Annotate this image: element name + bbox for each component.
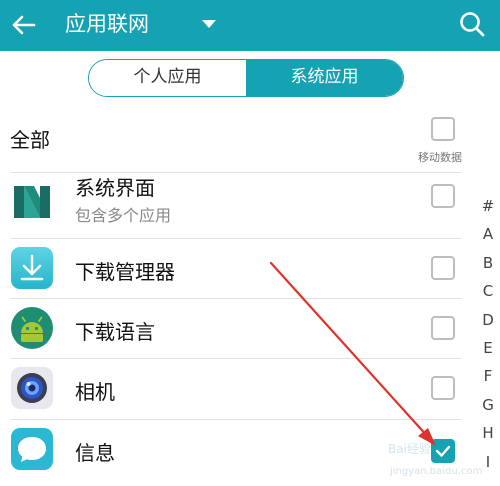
search-icon <box>460 12 485 37</box>
app-row-system-ui[interactable]: 系统界面 包含多个应用 <box>0 172 470 232</box>
app-name: 信息 <box>75 441 115 465</box>
index-letter[interactable]: B <box>476 249 500 277</box>
app-row-download-language[interactable]: 下载语言 <box>0 298 470 358</box>
app-checkbox[interactable] <box>431 256 455 280</box>
back-button[interactable] <box>8 9 40 41</box>
app-checkbox[interactable] <box>431 376 455 400</box>
messages-icon <box>11 428 53 470</box>
watermark: Bai经验 <box>388 442 431 456</box>
app-name: 相机 <box>75 380 115 404</box>
android-icon <box>11 307 53 349</box>
app-name: 下载语言 <box>75 320 155 344</box>
select-all-checkbox[interactable] <box>431 117 455 141</box>
alphabet-index-bar[interactable]: # A B C D E F G H I <box>476 192 500 476</box>
app-row-download-manager[interactable]: 下载管理器 <box>0 238 470 298</box>
top-app-bar: 应用联网 <box>0 0 500 51</box>
search-button[interactable] <box>456 8 488 40</box>
index-letter[interactable]: G <box>476 391 500 419</box>
index-letter[interactable]: E <box>476 334 500 362</box>
app-name: 系统界面 <box>75 176 155 200</box>
camera-icon <box>11 367 53 409</box>
tab-personal-apps[interactable]: 个人应用 <box>89 60 246 96</box>
index-letter[interactable]: D <box>476 306 500 334</box>
index-letter[interactable]: C <box>476 277 500 305</box>
select-all-label: 全部 <box>10 128 50 152</box>
index-letter[interactable]: H <box>476 419 500 447</box>
app-checkbox[interactable] <box>431 184 455 208</box>
watermark-url: jingyan.baidu.com <box>390 466 483 477</box>
index-letter[interactable]: F <box>476 362 500 390</box>
download-manager-icon <box>11 247 53 289</box>
mobile-data-column-label: 移动数据 <box>418 151 462 164</box>
app-type-tabs: 个人应用 系统应用 <box>88 59 404 97</box>
app-name: 下载管理器 <box>75 260 175 284</box>
index-letter[interactable]: # <box>476 192 500 220</box>
app-subtitle: 包含多个应用 <box>75 206 172 225</box>
page-title[interactable]: 应用联网 <box>65 10 149 38</box>
app-checkbox[interactable] <box>431 316 455 340</box>
checkmark-icon <box>435 445 451 457</box>
caret-down-icon[interactable] <box>202 20 216 28</box>
back-arrow-icon <box>12 15 36 35</box>
system-ui-icon <box>14 186 50 218</box>
select-all-row: 全部 移动数据 <box>0 108 500 170</box>
app-row-camera[interactable]: 相机 <box>0 358 470 418</box>
tab-system-apps[interactable]: 系统应用 <box>246 60 403 96</box>
app-checkbox[interactable] <box>431 439 455 463</box>
index-letter[interactable]: A <box>476 220 500 248</box>
